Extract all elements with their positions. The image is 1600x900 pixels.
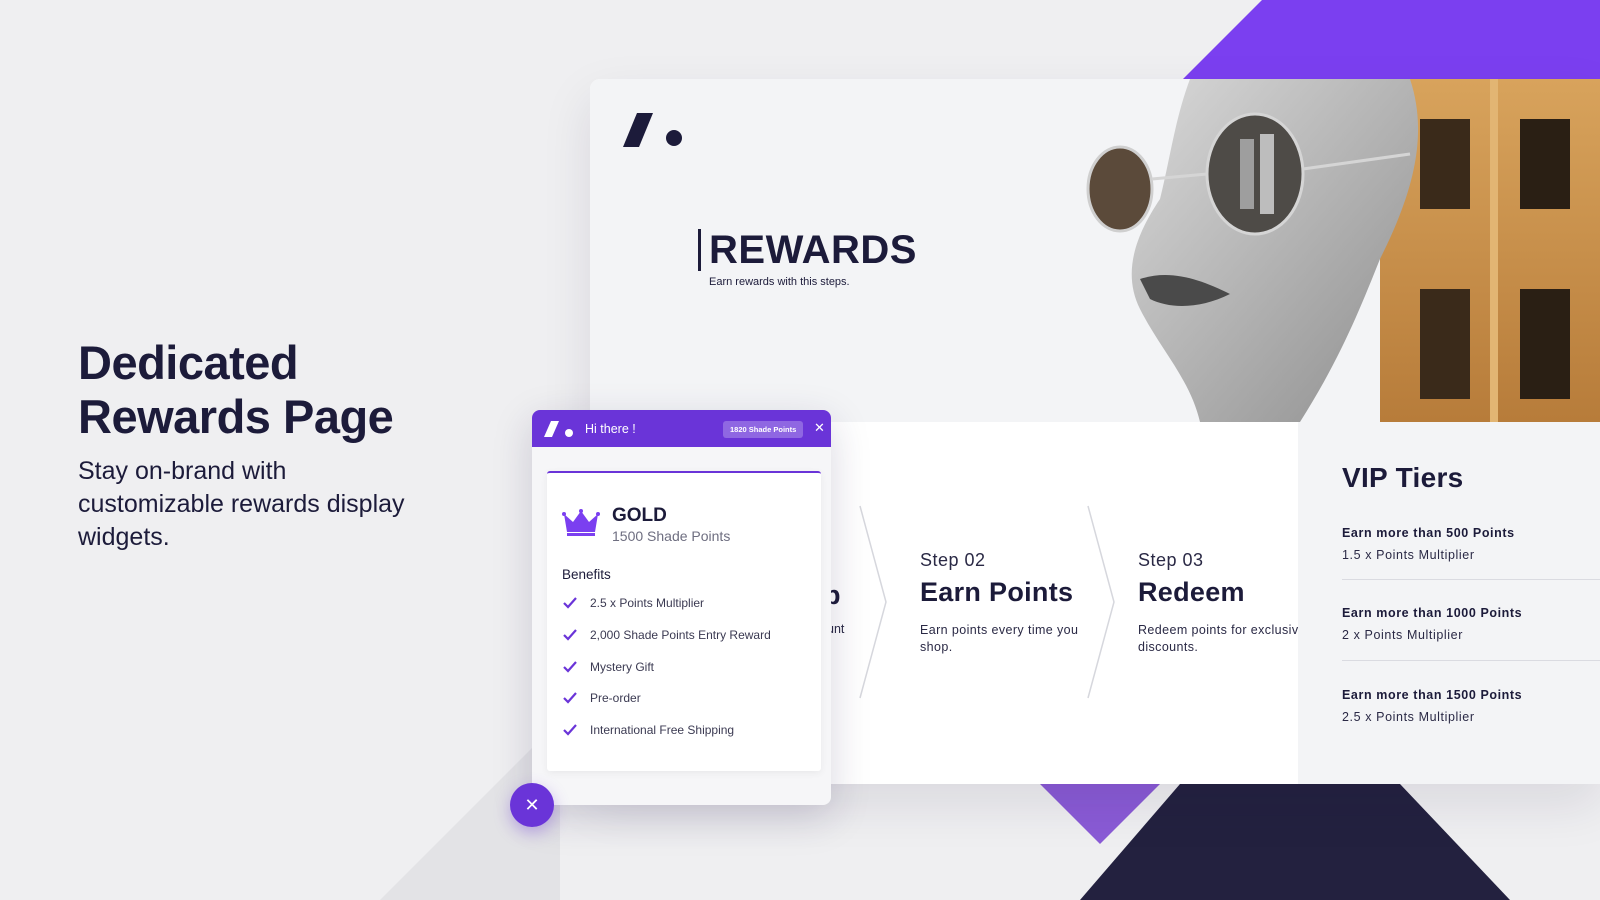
marketing-subline: Stay on-brand with customizable rewards … bbox=[78, 457, 405, 551]
brand-logo-icon bbox=[623, 113, 682, 147]
widget-greeting: Hi there ! bbox=[585, 422, 636, 436]
benefit-item: Pre-order bbox=[562, 689, 641, 707]
vip-tier-divider bbox=[1342, 660, 1600, 661]
check-icon bbox=[563, 661, 577, 673]
check-icon bbox=[563, 597, 577, 609]
vip-tier-multiplier: 1.5 x Points Multiplier bbox=[1342, 548, 1475, 562]
vip-tier-name: Earn more than 1000 Points bbox=[1342, 606, 1523, 620]
vip-tiers-panel: VIP Tiers Earn more than 500 Points 1.5 … bbox=[1298, 422, 1600, 784]
headline-line-1: Dedicated bbox=[78, 336, 299, 389]
vip-tier-divider bbox=[1342, 579, 1600, 580]
check-icon bbox=[563, 629, 577, 641]
widget-header: Hi there ! 1820 Shade Points ✕ bbox=[532, 410, 831, 447]
crown-icon bbox=[562, 509, 600, 536]
close-icon[interactable]: ✕ bbox=[814, 420, 825, 436]
page-subtitle: Earn rewards with this steps. bbox=[709, 276, 850, 288]
points-balance-badge[interactable]: 1820 Shade Points bbox=[723, 421, 804, 438]
step-description: Redeem points for exclusive discounts. bbox=[1138, 623, 1306, 654]
vip-tier-name: Earn more than 1500 Points bbox=[1342, 688, 1523, 702]
tier-card: GOLD 1500 Shade Points Benefits 2.5 x Po… bbox=[547, 471, 821, 771]
step-title: Redeem bbox=[1138, 577, 1245, 607]
benefit-label: 2.5 x Points Multiplier bbox=[590, 596, 705, 610]
vip-tier: Earn more than 1000 Points 2 x Points Mu… bbox=[1342, 606, 1600, 642]
benefit-item: International Free Shipping bbox=[562, 721, 734, 739]
step-number: Step 02 bbox=[920, 550, 986, 570]
step-divider-chevron bbox=[859, 505, 887, 699]
vip-tier: Earn more than 1500 Points 2.5 x Points … bbox=[1342, 688, 1600, 724]
close-icon: ✕ bbox=[524, 795, 540, 815]
hero-banner: REWARDS Earn rewards with this steps. bbox=[590, 79, 1600, 422]
benefit-label: International Free Shipping bbox=[590, 723, 735, 737]
benefit-item: 2.5 x Points Multiplier bbox=[562, 594, 704, 612]
step-03: Step 03 Redeem Redeem points for exclusi… bbox=[1138, 550, 1308, 656]
benefit-label: 2,000 Shade Points Entry Reward bbox=[590, 628, 771, 642]
brand-logo-icon bbox=[544, 421, 573, 437]
vip-tier: Earn more than 500 Points 1.5 x Points M… bbox=[1342, 526, 1600, 562]
rewards-widget: Hi there ! 1820 Shade Points ✕ GOLD 1500… bbox=[532, 410, 831, 805]
benefit-item: Mystery Gift bbox=[562, 658, 654, 676]
step-title: Earn Points bbox=[920, 577, 1074, 607]
check-icon bbox=[563, 724, 577, 736]
vip-tier-name: Earn more than 500 Points bbox=[1342, 526, 1515, 540]
headline-line-2: Rewards Page bbox=[78, 390, 394, 443]
step-number: Step 03 bbox=[1138, 550, 1204, 570]
benefit-label: Mystery Gift bbox=[590, 660, 655, 674]
tier-points: 1500 Shade Points bbox=[612, 528, 731, 544]
widget-toggle-button[interactable]: ✕ bbox=[510, 783, 554, 827]
page-title: REWARDS bbox=[698, 229, 917, 271]
step-description: Earn points every time you shop. bbox=[920, 623, 1079, 654]
tier-name: GOLD bbox=[612, 505, 667, 526]
vip-tier-multiplier: 2.5 x Points Multiplier bbox=[1342, 710, 1475, 724]
benefits-heading: Benefits bbox=[562, 567, 611, 582]
vip-title: VIP Tiers bbox=[1342, 462, 1464, 493]
purple-corner-shape bbox=[1180, 0, 1600, 82]
bottom-shape bbox=[1040, 784, 1510, 900]
vip-tier-multiplier: 2 x Points Multiplier bbox=[1342, 628, 1463, 642]
hero-photo bbox=[1080, 79, 1600, 422]
benefit-item: 2,000 Shade Points Entry Reward bbox=[562, 626, 771, 644]
benefit-label: Pre-order bbox=[590, 691, 641, 705]
marketing-headline: Dedicated Rewards Page bbox=[78, 336, 394, 444]
check-icon bbox=[563, 692, 577, 704]
step-02: Step 02 Earn Points Earn points every ti… bbox=[920, 550, 1090, 656]
